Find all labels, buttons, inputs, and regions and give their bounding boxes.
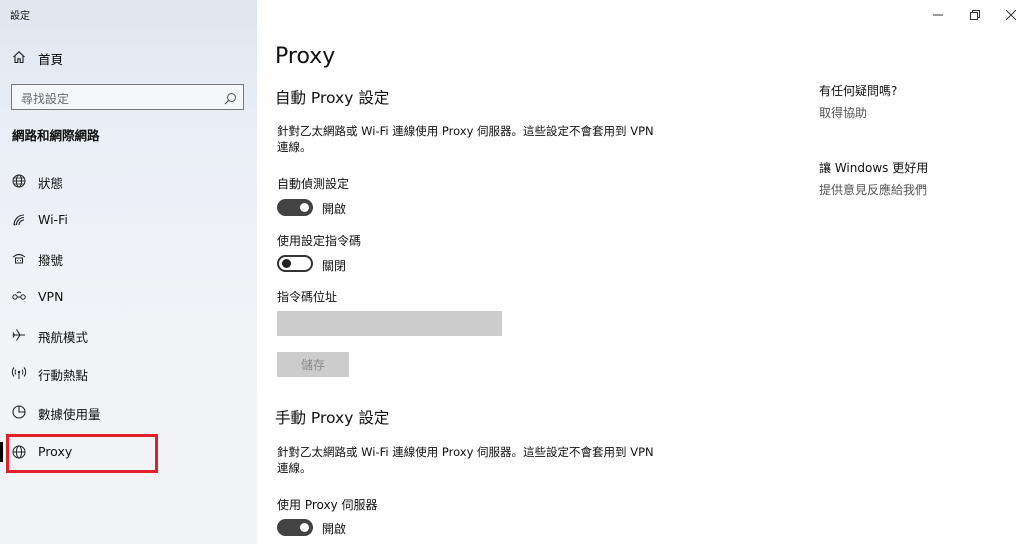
auto-detect-state: 開啟: [322, 202, 347, 216]
home-link[interactable]: 首頁: [12, 49, 63, 67]
home-icon: [12, 49, 26, 68]
sidebar-item-airplane[interactable]: 飛航模式: [0, 320, 257, 350]
selected-indicator: [0, 442, 3, 462]
window-title: 設定: [10, 11, 30, 22]
setup-script-state: 關閉: [322, 259, 347, 273]
sidebar-item-label: VPN: [38, 289, 64, 304]
sidebar-item-label: 撥號: [38, 253, 64, 268]
sidebar: 設定 首頁 尋找設定 網路和網際網路 狀態 Wi-Fi 撥號 VPN 飛航模式 …: [0, 0, 257, 544]
toggle-knob: [282, 259, 291, 268]
data-usage-icon: [11, 404, 27, 420]
auto-detect-toggle[interactable]: [277, 199, 313, 216]
sidebar-item-data-usage[interactable]: 數據使用量: [0, 397, 257, 427]
setup-script-toggle[interactable]: [277, 255, 313, 272]
sidebar-item-label: 行動熱點: [38, 368, 89, 383]
dialup-icon: [11, 250, 27, 266]
globe-icon: [11, 444, 27, 460]
save-button[interactable]: 儲存: [277, 352, 349, 377]
airplane-icon: [11, 327, 27, 343]
script-address-label: 指令碼位址: [277, 290, 338, 304]
wifi-icon: [11, 212, 27, 228]
sidebar-item-status[interactable]: 狀態: [0, 166, 257, 196]
toggle-knob: [300, 203, 309, 212]
sidebar-item-hotspot[interactable]: 行動熱點: [0, 358, 257, 388]
sidebar-item-label: 狀態: [38, 176, 64, 191]
sidebar-item-label: 飛航模式: [38, 330, 89, 345]
page-title: Proxy: [275, 44, 336, 69]
main-content: Proxy 自動 Proxy 設定 針對乙太網路或 Wi-Fi 連線使用 Pro…: [257, 0, 1024, 544]
home-label: 首頁: [38, 51, 64, 67]
toggle-knob: [300, 523, 309, 532]
sidebar-item-label: 數據使用量: [38, 407, 101, 422]
use-proxy-state: 開啟: [322, 522, 347, 536]
vpn-icon: [11, 289, 27, 305]
search-input[interactable]: 尋找設定: [11, 84, 244, 110]
section-title: 網路和網際網路: [12, 128, 100, 143]
get-help-link[interactable]: 取得協助: [819, 104, 867, 121]
auto-detect-label: 自動偵測設定: [277, 177, 350, 191]
sidebar-item-proxy[interactable]: Proxy: [0, 437, 257, 467]
search-placeholder: 尋找設定: [21, 92, 70, 106]
hotspot-icon: [11, 365, 27, 381]
auto-proxy-description: 針對乙太網路或 Wi-Fi 連線使用 Proxy 伺服器。這些設定不會套用到 V…: [277, 124, 654, 154]
manual-proxy-description: 針對乙太網路或 Wi-Fi 連線使用 Proxy 伺服器。這些設定不會套用到 V…: [277, 445, 654, 475]
use-proxy-toggle[interactable]: [277, 519, 313, 536]
sidebar-item-dialup[interactable]: 撥號: [0, 243, 257, 273]
use-proxy-label: 使用 Proxy 伺服器: [277, 498, 378, 512]
sidebar-item-wifi[interactable]: Wi-Fi: [0, 205, 257, 235]
help-question: 有任何疑問嗎?: [819, 84, 898, 98]
manual-proxy-heading: 手動 Proxy 設定: [275, 409, 390, 427]
sidebar-item-label: Wi-Fi: [38, 212, 68, 227]
auto-proxy-heading: 自動 Proxy 設定: [275, 89, 390, 107]
setup-script-label: 使用設定指令碼: [277, 234, 362, 248]
script-address-input[interactable]: [277, 311, 502, 336]
search-icon[interactable]: [224, 90, 237, 109]
feedback-title: 讓 Windows 更好用: [819, 161, 929, 175]
sidebar-item-vpn[interactable]: VPN: [0, 282, 257, 312]
globe-status-icon: [11, 173, 27, 189]
feedback-link[interactable]: 提供意見反應給我們: [819, 181, 927, 198]
sidebar-item-label: Proxy: [38, 444, 73, 459]
